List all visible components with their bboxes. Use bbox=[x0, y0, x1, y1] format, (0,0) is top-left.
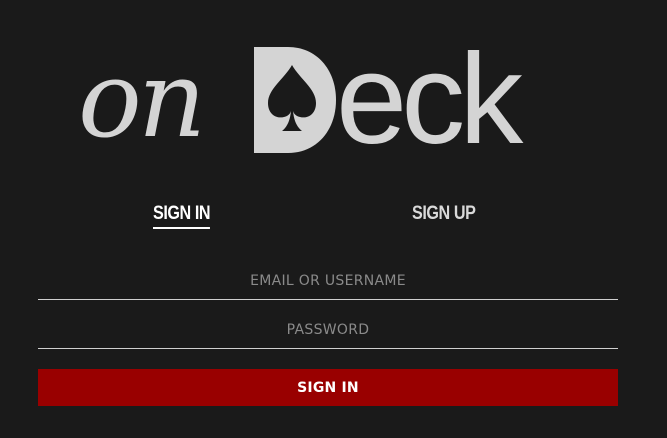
auth-tabs: SIGN IN SIGN UP bbox=[0, 203, 667, 235]
logo-script-text: on bbox=[78, 38, 206, 161]
logo-letter-d bbox=[254, 47, 336, 153]
sign-in-button[interactable]: SIGN IN bbox=[38, 369, 618, 406]
password-input[interactable] bbox=[38, 311, 618, 349]
tab-sign-up[interactable]: SIGN UP bbox=[412, 203, 476, 227]
ondeck-logo: on eck bbox=[78, 28, 578, 171]
email-username-input[interactable] bbox=[38, 262, 618, 300]
tab-sign-in[interactable]: SIGN IN bbox=[153, 203, 211, 229]
logo-rest-text: eck bbox=[336, 28, 523, 171]
